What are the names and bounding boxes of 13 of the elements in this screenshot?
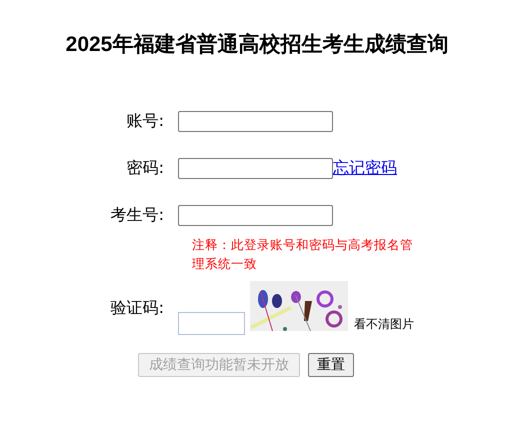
note-text: 注释：此登录账号和密码与高考报名管理系统一致 — [192, 236, 414, 273]
input-field[interactable] — [178, 158, 333, 179]
field-label: 考生号: — [110, 205, 165, 226]
page-title: 2025年福建省普通高校招生考生成绩查询 — [64, 32, 450, 58]
reset-button[interactable]: 重置 — [308, 353, 354, 377]
input-field[interactable] — [178, 205, 333, 226]
forgot-password-link[interactable]: 忘记密码 — [333, 158, 397, 179]
field-label: 账号: — [126, 111, 165, 132]
field-label: 密码: — [126, 158, 165, 179]
input-field[interactable] — [178, 111, 333, 132]
refresh-captcha-text[interactable]: 看不清图片 — [354, 316, 414, 333]
field-label: 验证码: — [110, 298, 165, 318]
captcha-field[interactable] — [178, 312, 245, 335]
